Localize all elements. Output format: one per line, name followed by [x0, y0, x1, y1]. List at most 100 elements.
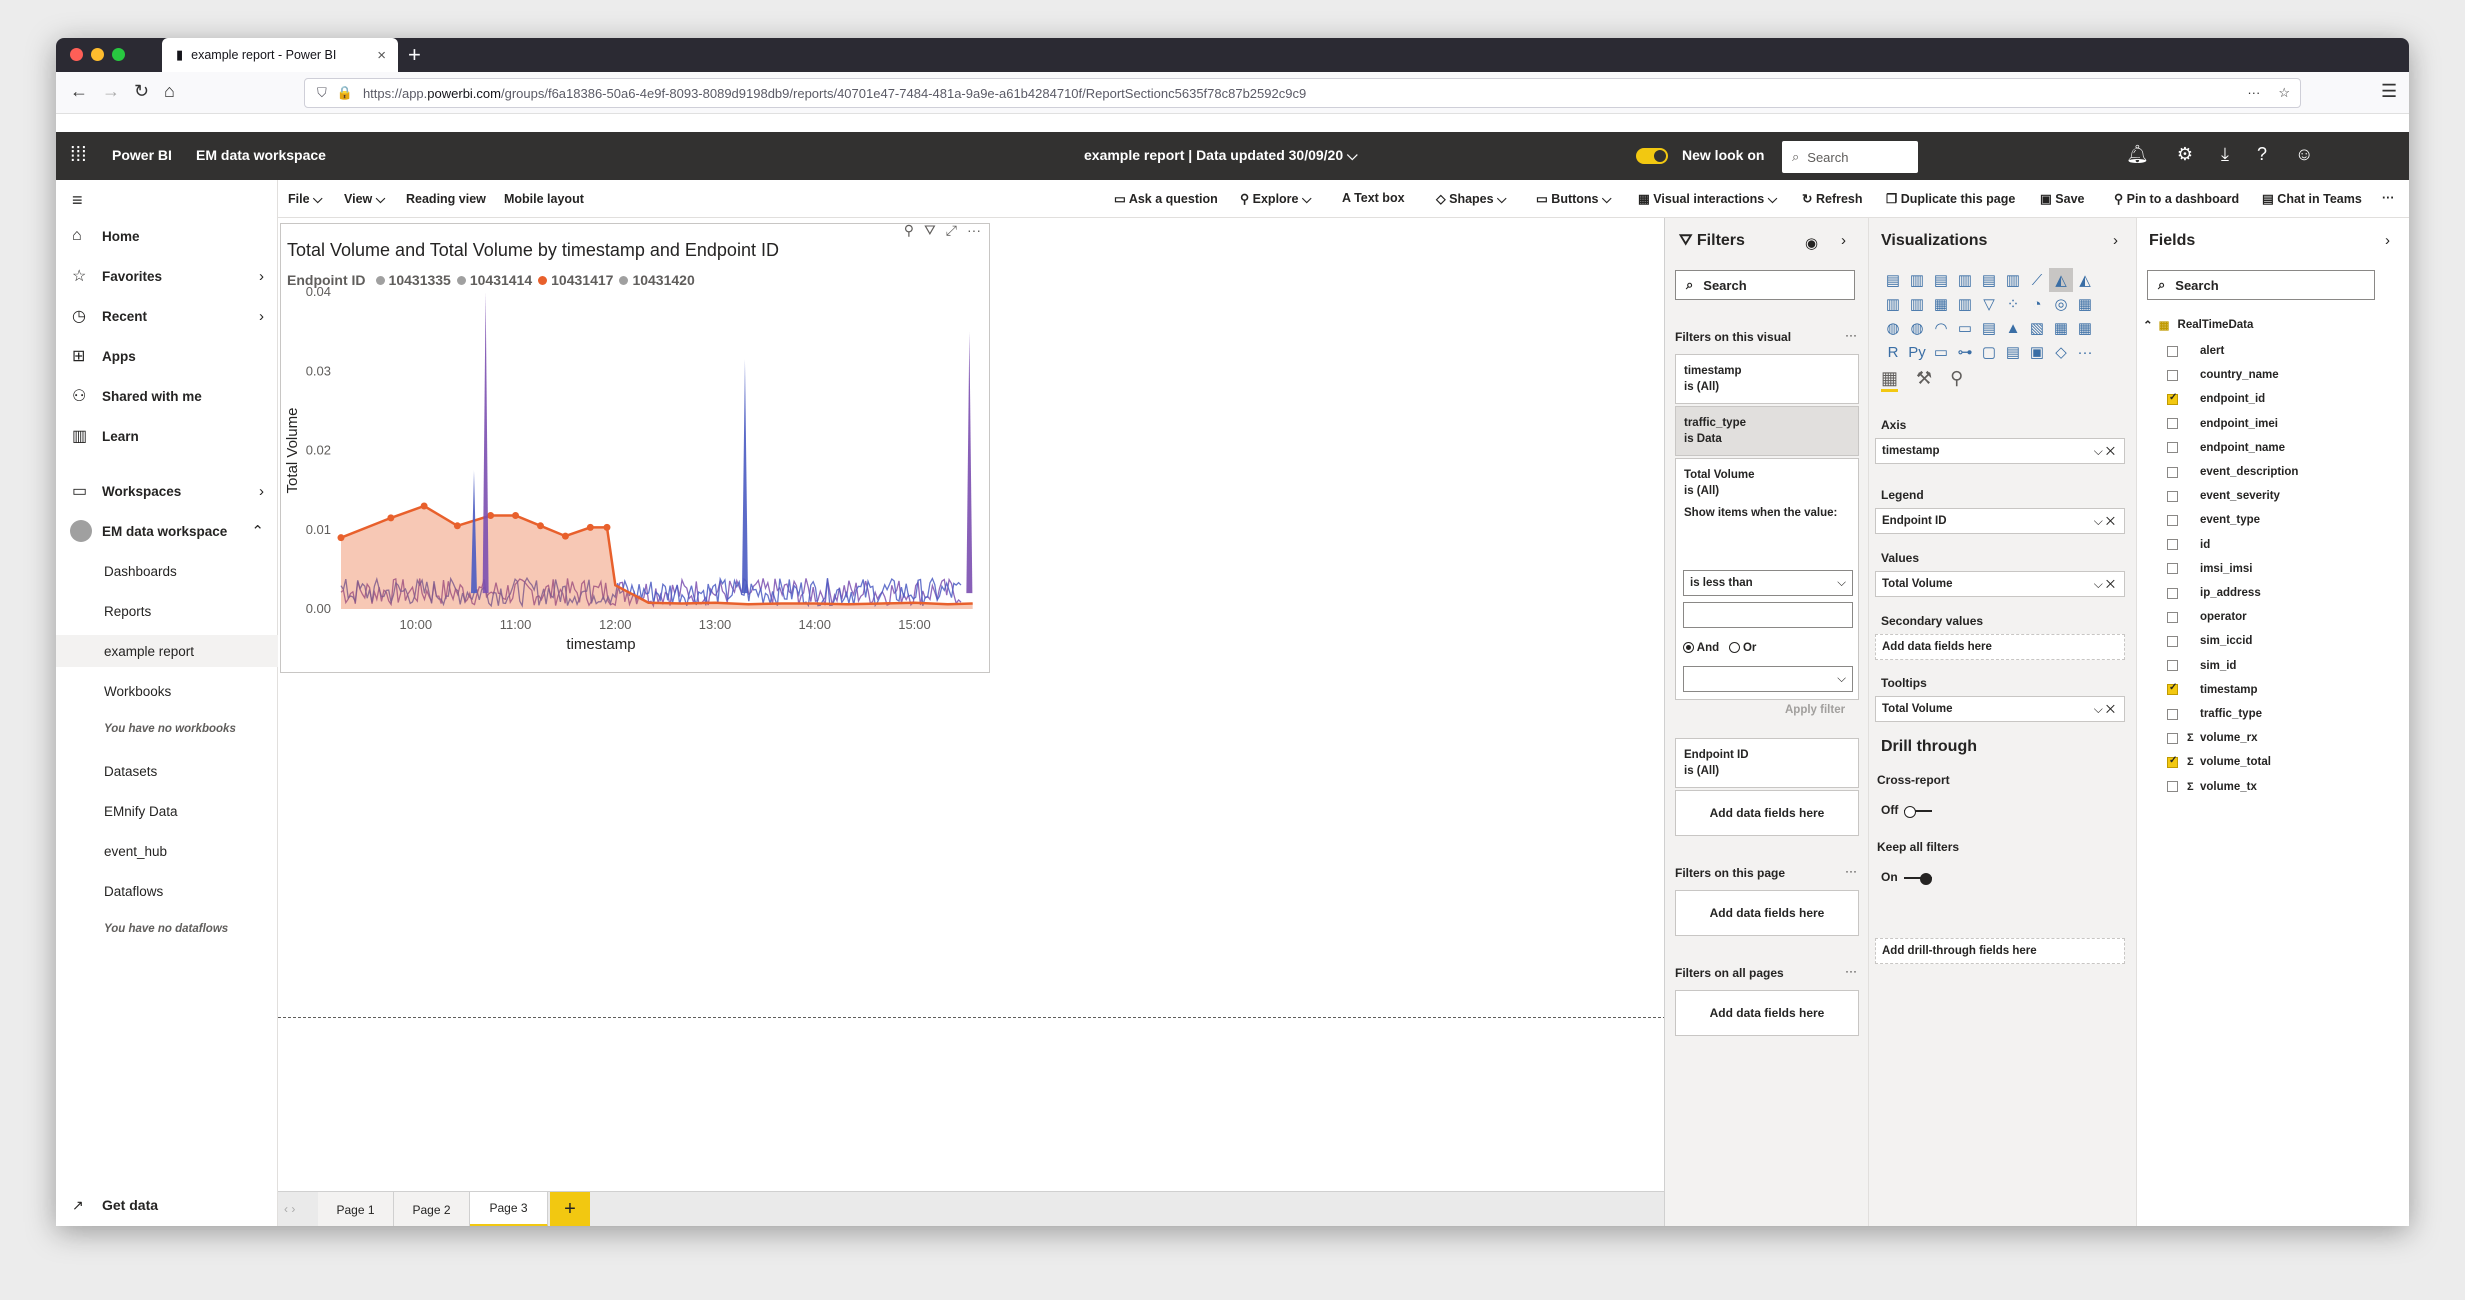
hamburger-icon[interactable]: ≡: [72, 190, 83, 211]
waterfall-icon[interactable]: ▥: [1953, 292, 1977, 316]
get-data-button[interactable]: ↗ Get data: [56, 1185, 278, 1225]
ribbon-chart-icon[interactable]: ▦: [1929, 292, 1953, 316]
more-icon[interactable]: ···: [2247, 85, 2260, 101]
gear-icon[interactable]: ⚙: [2177, 144, 2193, 165]
stacked-column-icon[interactable]: ▥: [1905, 268, 1929, 292]
focus-mode-icon[interactable]: ⤢: [946, 222, 957, 239]
matrix-icon[interactable]: ▦: [2073, 316, 2097, 340]
zoom-window-button[interactable]: [112, 48, 125, 61]
drill-through-field-box[interactable]: Add drill-through fields here: [1875, 938, 2125, 964]
ribbon-file[interactable]: File ⌵: [288, 192, 323, 207]
field-checkbox[interactable]: [2167, 587, 2178, 599]
ribbon-buttons[interactable]: ▭ Buttons ⌵: [1536, 191, 1611, 207]
field-item-volume-rx[interactable]: Σvolume_rx: [2167, 727, 2258, 749]
filled-map-icon[interactable]: ◍: [1905, 316, 1929, 340]
close-tab-icon[interactable]: ×: [377, 47, 386, 64]
sidebar-item-favorites[interactable]: ☆ Favorites ›: [56, 260, 278, 292]
field-checkbox[interactable]: [2167, 611, 2178, 623]
sidebar-item-recent[interactable]: ◷ Recent ›: [56, 300, 278, 332]
second-condition-dropdown[interactable]: ⌵: [1683, 666, 1853, 692]
tooltips-field-box[interactable]: Total Volume ⌵✕: [1875, 696, 2125, 722]
field-checkbox[interactable]: [2167, 369, 2178, 381]
field-item-endpoint-id[interactable]: endpoint_id: [2167, 388, 2265, 410]
workspace-name[interactable]: EM data workspace: [196, 147, 326, 163]
axis-field-box[interactable]: timestamp ⌵✕: [1875, 438, 2125, 464]
ribbon-visual-interactions[interactable]: ▦ Visual interactions ⌵: [1638, 191, 1777, 207]
power-apps-icon[interactable]: ◇: [2049, 340, 2073, 364]
add-page-button[interactable]: +: [550, 1192, 590, 1226]
sidebar-item-workspaces[interactable]: ▭ Workspaces ›: [56, 475, 278, 507]
scatter-icon[interactable]: ⁘: [2001, 292, 2025, 316]
field-item-ip-address[interactable]: ip_address: [2167, 582, 2261, 604]
table-icon[interactable]: ▦: [2049, 316, 2073, 340]
sidebar-item-shared[interactable]: ⚇ Shared with me: [56, 380, 278, 412]
ribbon-mobile-layout[interactable]: Mobile layout: [504, 192, 584, 206]
sidebar-sub-event-hub[interactable]: event_hub: [56, 835, 278, 867]
header-search-input[interactable]: ⌕ Search: [1782, 141, 1918, 173]
ribbon-ask-question[interactable]: ▭ Ask a question: [1114, 191, 1218, 206]
field-checkbox[interactable]: [2167, 514, 2178, 526]
field-item-endpoint-imei[interactable]: endpoint_imei: [2167, 413, 2278, 435]
sidebar-item-em-workspace[interactable]: EM data workspace ⌃: [56, 515, 278, 547]
field-item-event-description[interactable]: event_description: [2167, 461, 2298, 483]
field-item-sim-iccid[interactable]: sim_iccid: [2167, 630, 2252, 652]
help-icon[interactable]: ?: [2257, 144, 2267, 165]
bell-icon[interactable]: 🔔︎: [2126, 144, 2149, 165]
field-checkbox[interactable]: [2167, 781, 2178, 793]
filter-card-endpoint-id[interactable]: Endpoint ID is (All): [1675, 738, 1859, 788]
field-checkbox[interactable]: [2167, 442, 2178, 454]
key-influencers-icon[interactable]: ▭: [1929, 340, 1953, 364]
fields-search-input[interactable]: ⌕ Search: [2147, 270, 2375, 300]
apply-filter-button[interactable]: Apply filter: [1785, 704, 1845, 716]
ribbon-more-icon[interactable]: ···: [2382, 191, 2395, 205]
donut-icon[interactable]: ◎: [2049, 292, 2073, 316]
field-item-volume-total[interactable]: Σvolume_total: [2167, 751, 2271, 773]
field-item-event-type[interactable]: event_type: [2167, 509, 2260, 531]
100-column-icon[interactable]: ▥: [2001, 268, 2025, 292]
ribbon-reading-view[interactable]: Reading view: [406, 192, 486, 206]
field-checkbox[interactable]: [2167, 755, 2178, 768]
field-item-operator[interactable]: operator: [2167, 606, 2247, 628]
chevron-right-icon[interactable]: ›: [1841, 232, 1846, 249]
field-checkbox[interactable]: [2167, 682, 2178, 696]
sidebar-sub-workbooks[interactable]: Workbooks: [56, 675, 278, 707]
field-item-traffic-type[interactable]: traffic_type: [2167, 703, 2262, 725]
field-checkbox[interactable]: [2167, 708, 2178, 720]
add-page-filter-field[interactable]: Add data fields here: [1675, 890, 1859, 936]
tab-page-2[interactable]: Page 2: [394, 1192, 470, 1226]
qa-icon[interactable]: ▢: [1977, 340, 2001, 364]
add-all-pages-filter-field[interactable]: Add data fields here: [1675, 990, 1859, 1036]
sidebar-item-home[interactable]: ⌂ Home: [56, 220, 278, 252]
decomposition-icon[interactable]: ⊶: [1953, 340, 1977, 364]
card-icon[interactable]: ▭: [1953, 316, 1977, 340]
tab-page-1[interactable]: Page 1: [318, 1192, 394, 1226]
paginated-icon[interactable]: ▣: [2025, 340, 2049, 364]
eye-icon[interactable]: ◉: [1805, 234, 1818, 252]
field-checkbox[interactable]: [2167, 539, 2178, 551]
line-chart-visual[interactable]: ⚲ ⛛ ⤢ ··· Total Volume and Total Volume by …: [280, 222, 990, 673]
cross-report-toggle[interactable]: Off: [1881, 803, 1933, 818]
page-nav-arrows[interactable]: ‹ ›: [284, 1202, 295, 1216]
field-item-alert[interactable]: alert: [2167, 340, 2224, 362]
treemap-icon[interactable]: ▦: [2073, 292, 2097, 316]
field-item-imsi-imsi[interactable]: imsi_imsi: [2167, 558, 2252, 580]
browser-tab[interactable]: ▮ example report - Power BI ×: [162, 38, 398, 72]
brand-name[interactable]: Power BI: [112, 147, 172, 163]
field-checkbox[interactable]: [2167, 732, 2178, 744]
filter-icon[interactable]: ⛛: [924, 222, 936, 239]
new-look-toggle[interactable]: [1636, 148, 1668, 164]
values-field-box[interactable]: Total Volume ⌵✕: [1875, 571, 2125, 597]
pie-icon[interactable]: ◔: [2025, 292, 2049, 316]
field-item-id[interactable]: id: [2167, 534, 2210, 556]
line-chart-icon[interactable]: ⟋: [2025, 268, 2049, 292]
format-paint-icon[interactable]: ⚒: [1916, 368, 1932, 392]
fields-well-icon[interactable]: ▦: [1881, 368, 1899, 392]
clustered-bar-icon[interactable]: ▤: [1929, 268, 1953, 292]
condition-dropdown[interactable]: is less than ⌵: [1683, 570, 1853, 596]
report-title[interactable]: example report | Data updated 30/09/20 ⌵: [1084, 147, 1358, 164]
smiley-icon[interactable]: ☺: [2295, 144, 2313, 165]
more-visuals-icon[interactable]: ···: [2073, 340, 2097, 364]
ribbon-refresh[interactable]: ↻ Refresh: [1802, 191, 1863, 206]
field-item-country-name[interactable]: country_name: [2167, 364, 2279, 386]
remove-field-icon[interactable]: ⌵✕: [2094, 577, 2118, 592]
